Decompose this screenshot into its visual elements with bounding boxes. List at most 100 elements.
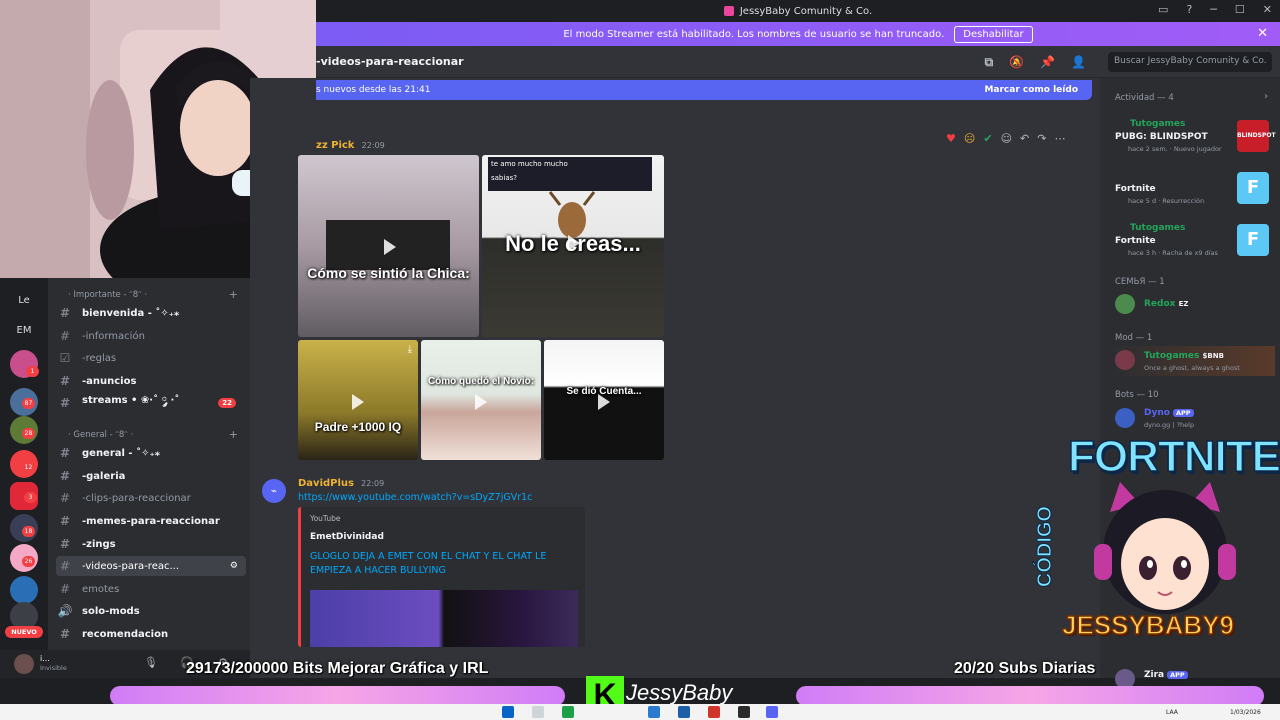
app-icon[interactable]: [648, 706, 660, 718]
member-name[interactable]: Tutogames $BNB: [1144, 351, 1224, 361]
play-icon[interactable]: [598, 394, 610, 410]
hash-icon: #: [59, 559, 71, 573]
add-channel-icon[interactable]: +: [229, 428, 238, 441]
channel-item[interactable]: ☑ -reglas: [56, 348, 246, 368]
media-tile[interactable]: Se dió Cuenta...: [544, 340, 664, 460]
settings-icon[interactable]: ⚙: [230, 561, 238, 571]
more-icon[interactable]: ⋯: [1054, 132, 1065, 145]
fortnite-logo-text: FORTNITE: [1067, 431, 1280, 482]
message-author[interactable]: zz Pick: [316, 140, 354, 151]
hash-icon: #: [59, 627, 71, 641]
search-icon[interactable]: [532, 706, 544, 718]
media-tile[interactable]: Cómo quedó el Novio:: [421, 340, 541, 460]
minimize-button[interactable]: ─: [1210, 3, 1217, 16]
media-tile[interactable]: Cómo se sintió la Chica:: [298, 155, 479, 337]
chevron-right-icon[interactable]: ›: [1264, 91, 1268, 102]
inbox-icon[interactable]: ▭: [1158, 3, 1168, 16]
server-icon[interactable]: EM: [10, 316, 38, 344]
channel-item[interactable]: # bienvenida - ˚✧₊⁎: [56, 303, 246, 323]
play-icon[interactable]: [384, 239, 396, 255]
download-icon[interactable]: ⤓: [408, 344, 412, 355]
hash-icon: #: [59, 329, 71, 343]
subs-progress-bar: [796, 686, 1264, 706]
embed-thumbnail[interactable]: [310, 590, 578, 647]
channel-item[interactable]: # -galeria: [56, 466, 246, 486]
youtube-link[interactable]: https://www.youtube.com/watch?v=sDyZ7jGV…: [298, 492, 532, 503]
author-avatar[interactable]: ⌁: [262, 479, 286, 503]
member-name[interactable]: Dyno APP: [1144, 408, 1194, 418]
channel-item[interactable]: 🔊 solo-mods: [56, 601, 246, 621]
app-icon[interactable]: [708, 706, 720, 718]
channel-item[interactable]: # -anuncios: [56, 371, 246, 391]
activity-game: PUBG: BLINDSPOT: [1115, 132, 1208, 142]
mark-as-read-button[interactable]: Marcar como leído: [984, 85, 1078, 95]
embed-title[interactable]: GLOGLO DEJA A EMET CON EL CHAT Y EL CHAT…: [310, 550, 570, 578]
notification-bell-icon[interactable]: 🔕: [1009, 55, 1024, 70]
channel-item[interactable]: # -memes-para-reaccionar: [56, 511, 246, 531]
play-icon[interactable]: [568, 235, 580, 251]
add-reaction-icon[interactable]: ☺: [1001, 132, 1012, 145]
channel-item[interactable]: # -clips-para-reaccionar: [56, 488, 246, 508]
channel-label: solo-mods: [82, 605, 140, 617]
members-icon[interactable]: 👤: [1071, 55, 1086, 70]
fortnite-game-icon: F: [1237, 224, 1269, 256]
search-input[interactable]: Buscar JessyBaby Comunity & Co.: [1108, 52, 1272, 72]
close-window-button[interactable]: ✕: [1263, 3, 1272, 16]
heart-reaction-icon[interactable]: ♥: [946, 132, 956, 145]
activity-user[interactable]: Tutogames: [1130, 223, 1185, 233]
play-icon[interactable]: [475, 394, 487, 410]
media-tile[interactable]: te amo mucho mucho sabias? No le creas..…: [482, 155, 664, 337]
discord-icon[interactable]: [766, 706, 778, 718]
help-icon[interactable]: ?: [1186, 3, 1192, 16]
message-header: zz Pick 22:09: [316, 140, 385, 151]
member-name-text: Tutogames: [1144, 351, 1200, 361]
media-tile[interactable]: ⤓ Padre +1000 IQ: [298, 340, 418, 460]
channel-item[interactable]: # emotes: [56, 579, 246, 599]
play-icon[interactable]: [352, 394, 364, 410]
server-rail: Le EM 1 87 28 12 3 18 26: [0, 278, 48, 658]
member-name[interactable]: Redox EZ: [1144, 299, 1188, 309]
taskbar-date[interactable]: 1/03/2026: [1230, 709, 1261, 716]
member-avatar[interactable]: [1115, 350, 1135, 370]
embed-author[interactable]: EmetDivinidad: [310, 532, 384, 542]
channel-item-active[interactable]: # -videos-para-reac... ⚙: [56, 556, 246, 576]
keyboard-language[interactable]: LAA: [1166, 709, 1178, 716]
channel-list: · Importante - ᵔ8ᵔ · + # bienvenida - ˚✧₊…: [48, 278, 250, 658]
category-general[interactable]: · General - ᵔ8ᵔ ·: [68, 430, 133, 440]
reply-icon[interactable]: ↶: [1020, 132, 1029, 145]
message-timestamp: 22:09: [361, 479, 385, 488]
activity-meta: hace 2 sem. · Nuevo jugador: [1128, 145, 1222, 153]
channel-item[interactable]: # -zings: [56, 534, 246, 554]
message-author[interactable]: DavidPlus: [298, 478, 354, 489]
chat-bubble-line: te amo mucho mucho: [491, 160, 568, 168]
browser-icon[interactable]: [562, 706, 574, 718]
embed-provider: YouTube: [310, 514, 341, 523]
activity-user[interactable]: Tutogames: [1130, 119, 1185, 129]
new-messages-bar[interactable]: s nuevos desde las 21:41 Marcar como leí…: [316, 80, 1092, 100]
server-icon[interactable]: Le: [10, 286, 38, 314]
forward-icon[interactable]: ↷: [1037, 132, 1046, 145]
member-avatar[interactable]: [1115, 294, 1135, 314]
server-icon[interactable]: [10, 576, 38, 604]
channel-item[interactable]: # -información: [56, 326, 246, 346]
member-status: dyno.gg | ?help: [1144, 421, 1195, 429]
emoji-reaction-icon[interactable]: ☹: [964, 132, 975, 145]
channel-item[interactable]: # general - ˚✧₊⁎: [56, 443, 246, 463]
maximize-button[interactable]: ☐: [1235, 3, 1245, 16]
threads-icon[interactable]: ⧉: [985, 55, 994, 70]
mention-badge: 22: [218, 398, 236, 408]
channel-item[interactable]: # streams • ❀·˚ ༘ ·˚ 22: [56, 393, 246, 413]
app-icon[interactable]: [678, 706, 690, 718]
add-channel-icon[interactable]: +: [229, 288, 238, 301]
member-group-label: СЕМЬЯ — 1: [1115, 277, 1165, 287]
check-reaction-icon[interactable]: ✔: [983, 132, 992, 145]
channel-item[interactable]: # recomendacion: [56, 624, 246, 644]
close-icon[interactable]: ✕: [1257, 26, 1268, 41]
disable-streamer-button[interactable]: Deshabilitar: [954, 25, 1033, 43]
pin-icon[interactable]: 📌: [1040, 55, 1055, 70]
category-importante[interactable]: · Importante - ᵔ8ᵔ ·: [68, 290, 147, 300]
obs-icon[interactable]: [738, 706, 750, 718]
member-avatar[interactable]: [1115, 408, 1135, 428]
start-icon[interactable]: [502, 706, 514, 718]
channel-name: -videos-para-reaccionar: [316, 55, 464, 68]
